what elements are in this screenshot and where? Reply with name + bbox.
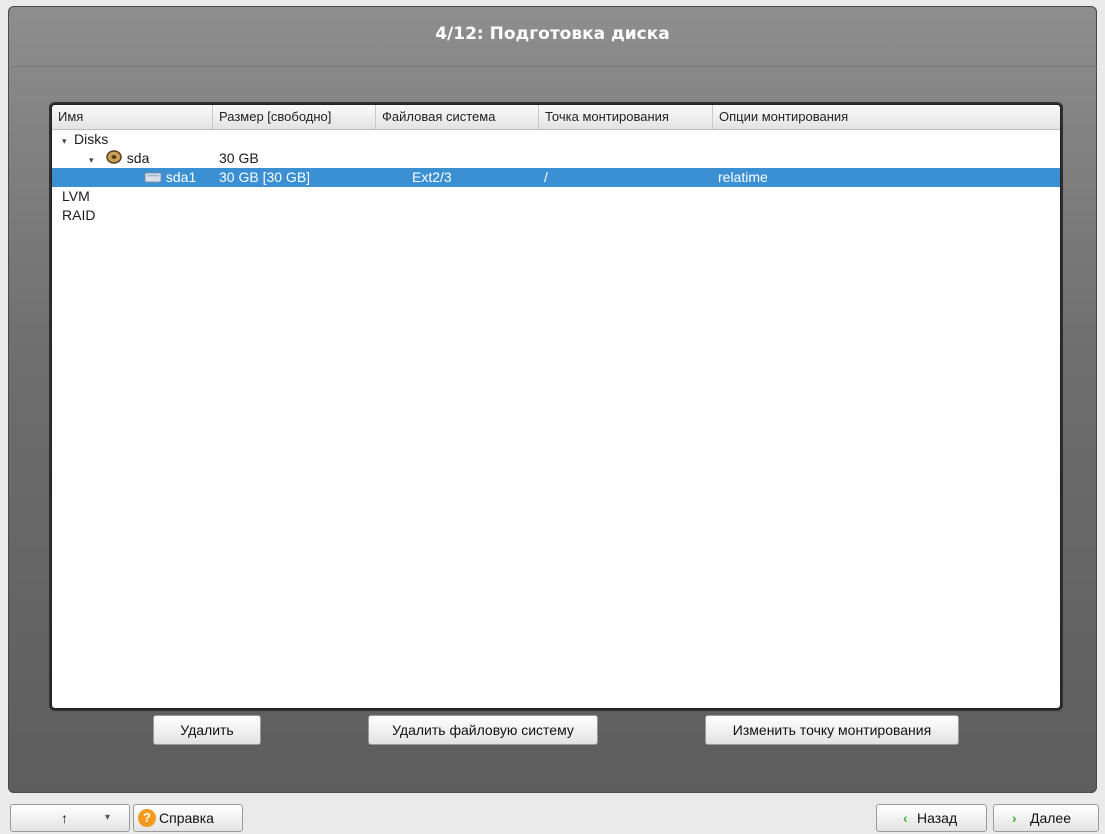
hard-disk-icon (105, 149, 123, 170)
column-header-size[interactable]: Размер [свободно] (213, 105, 376, 129)
tree-row-sda1[interactable]: sda1 30 GB [30 GB] Ext2/3 / relatime (52, 168, 1060, 187)
help-label: Справка (159, 810, 214, 826)
column-header-filesystem[interactable]: Файловая система (376, 105, 539, 129)
next-button[interactable]: › Далее (993, 804, 1099, 832)
tree-row-sda[interactable]: ▾ sda 30 GB (52, 149, 1060, 168)
delete-filesystem-button[interactable]: Удалить файловую систему (368, 715, 598, 745)
back-label: Назад (917, 810, 958, 826)
cell-mount-options: relatime (718, 169, 768, 185)
tree-row-raid[interactable]: RAID (52, 206, 1060, 225)
cell-filesystem: Ext2/3 (412, 169, 452, 185)
dropdown-arrow-icon: ▾ (105, 812, 111, 823)
back-arrow-icon: ‹ (903, 810, 908, 826)
back-button[interactable]: ‹ Назад (876, 804, 987, 832)
tree-label-raid: RAID (62, 207, 96, 223)
tree-label-lvm: LVM (62, 188, 90, 204)
help-button[interactable]: ? Справка (133, 804, 243, 832)
partition-icon (144, 169, 162, 188)
table-body: ▾ Disks ▾ sda 30 GB sda1 30 GB [30 GB] E… (52, 130, 1060, 225)
next-label: Далее (1030, 810, 1072, 826)
tree-label-disks: Disks (74, 131, 109, 147)
cell-mount-point: / (544, 169, 548, 185)
installer-window: 4/12: Подготовка диска Имя Размер [свобо… (8, 6, 1097, 793)
tree-row-lvm[interactable]: LVM (52, 187, 1060, 206)
page-title: 4/12: Подготовка диска (435, 24, 670, 44)
table-header: Имя Размер [свободно] Файловая система Т… (52, 105, 1060, 130)
cell-size: 30 GB [30 GB] (219, 169, 311, 185)
change-mount-point-button[interactable]: Изменить точку монтирования (705, 715, 959, 745)
help-icon: ? (138, 809, 156, 827)
column-header-mount-point[interactable]: Точка монтирования (539, 105, 713, 129)
up-menu-button[interactable]: ↑ ▾ (10, 804, 130, 832)
next-arrow-icon: › (1012, 810, 1017, 826)
column-header-name[interactable]: Имя (52, 105, 213, 129)
cell-size: 30 GB (219, 150, 259, 166)
tree-label-sda1: sda1 (165, 169, 197, 185)
tree-row-disks[interactable]: ▾ Disks (52, 130, 1060, 149)
up-arrow-icon: ↑ (61, 810, 68, 826)
column-header-mount-options[interactable]: Опции монтирования (713, 105, 1060, 129)
bottom-bar: ↑ ▾ ? Справка ‹ Назад › Далее (0, 793, 1105, 834)
title-divider (8, 66, 1097, 67)
partition-table[interactable]: Имя Размер [свободно] Файловая система Т… (51, 104, 1061, 709)
tree-label-sda: sda (126, 150, 150, 167)
delete-button[interactable]: Удалить (153, 715, 261, 745)
